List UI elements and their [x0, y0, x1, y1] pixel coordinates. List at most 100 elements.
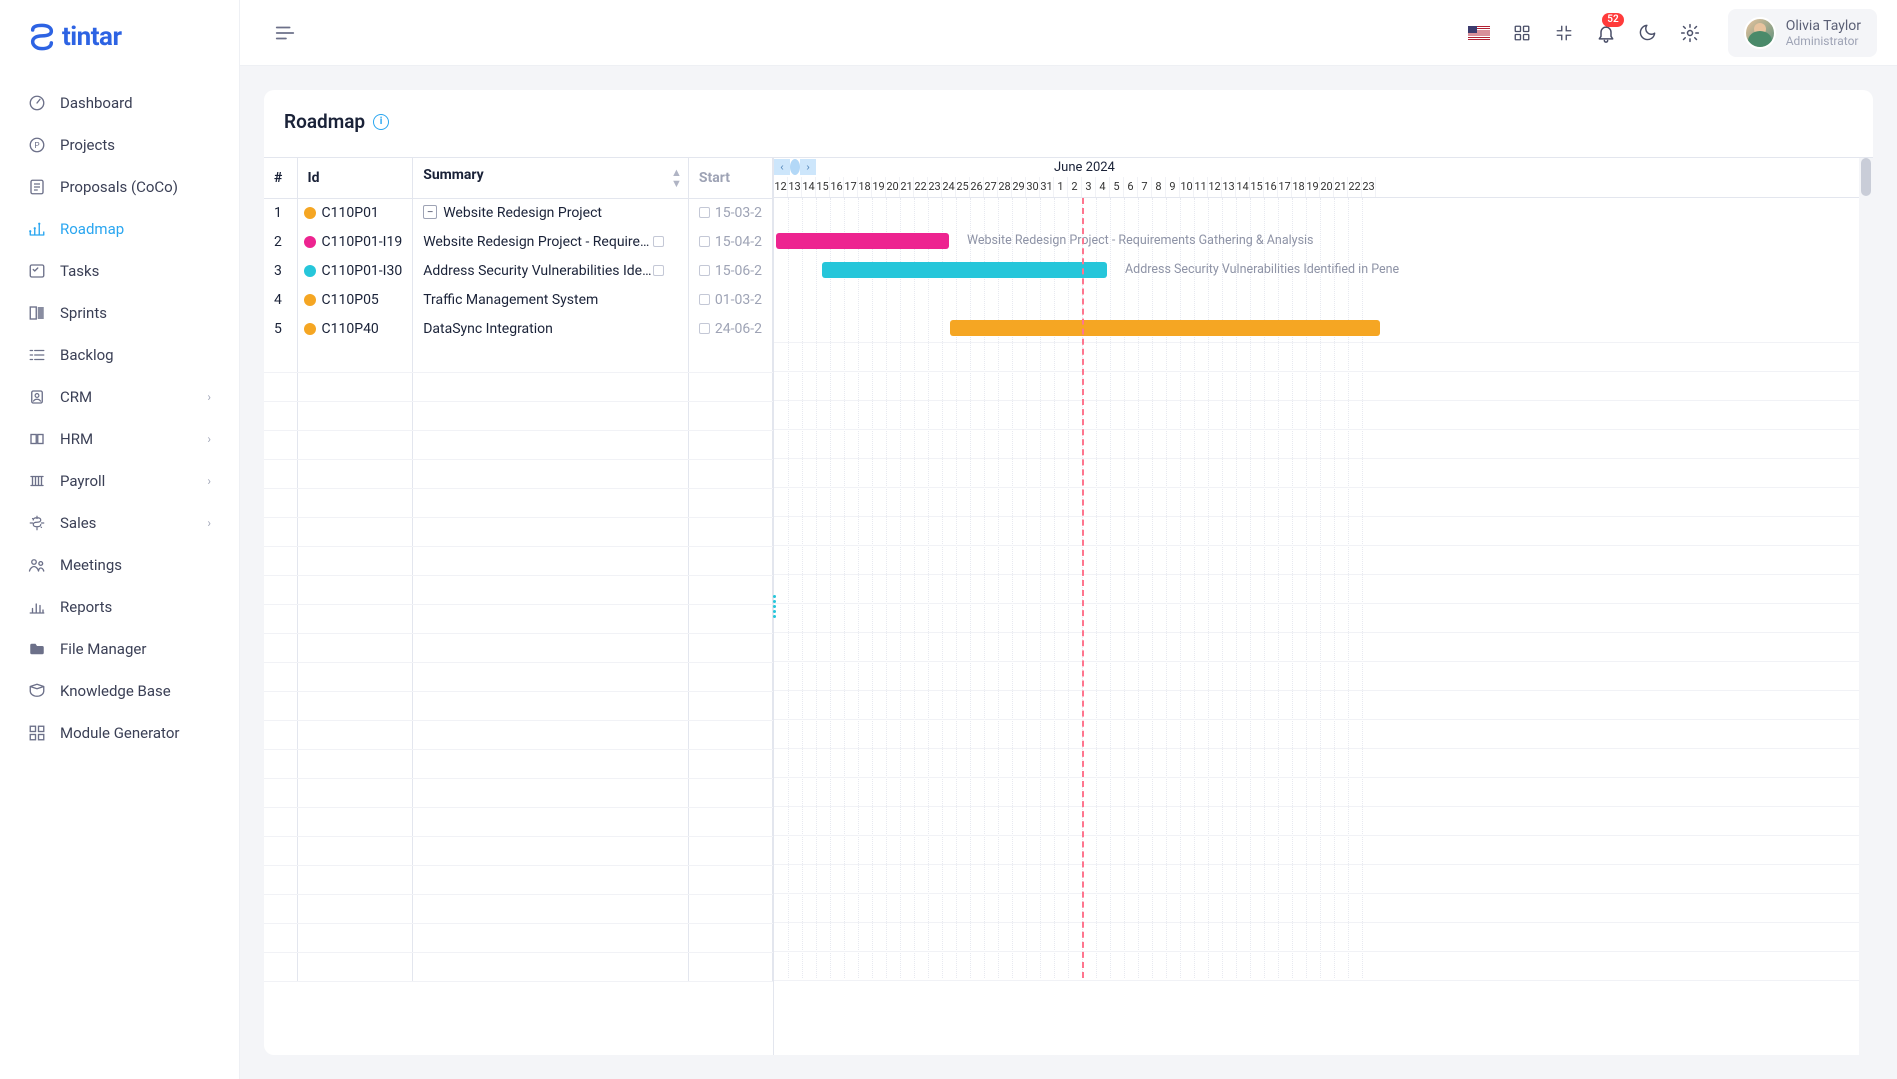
nav-item-sales[interactable]: Sales›: [0, 502, 239, 544]
info-icon[interactable]: i: [373, 114, 389, 130]
sales-icon: [28, 514, 46, 532]
gantt-timeline[interactable]: ‹ › June 2024121314151617181920212223242…: [774, 158, 1873, 1055]
scrollbar-vertical[interactable]: [1859, 158, 1873, 1055]
timeline-day: 19: [1306, 177, 1320, 197]
timeline-day: 21: [1334, 177, 1348, 197]
nav-item-module[interactable]: Module Generator: [0, 712, 239, 754]
nav-item-hrm[interactable]: HRM›: [0, 418, 239, 460]
table-row[interactable]: 4C110P05Traffic Management System01-03-2: [264, 285, 773, 314]
checkbox[interactable]: [699, 236, 710, 247]
timeline-day: 12: [1208, 177, 1222, 197]
timeline-prev[interactable]: ‹: [774, 159, 790, 175]
timeline-row: [774, 372, 1873, 401]
timeline-row: [774, 285, 1873, 314]
user-name: Olivia Taylor: [1786, 18, 1861, 34]
table-row-empty: [264, 459, 773, 488]
checkbox[interactable]: [653, 236, 664, 247]
notifications-button[interactable]: 52: [1596, 23, 1616, 43]
timeline-day: 14: [1236, 177, 1250, 197]
timeline-day: 30: [1026, 177, 1040, 197]
timeline-day: 8: [1152, 177, 1166, 197]
language-flag[interactable]: [1468, 26, 1490, 40]
nav-item-files[interactable]: File Manager: [0, 628, 239, 670]
nav-item-gauge[interactable]: Dashboard: [0, 82, 239, 124]
table-row-empty: [264, 372, 773, 401]
timeline-month-label: June 2024: [1054, 160, 1115, 175]
gantt-bar[interactable]: [950, 320, 1380, 336]
nav-item-roadmap[interactable]: Roadmap: [0, 208, 239, 250]
collapse-toggle[interactable]: −: [423, 205, 437, 219]
apps-button[interactable]: [1512, 23, 1532, 43]
table-row-empty: [264, 633, 773, 662]
timeline-day: 21: [900, 177, 914, 197]
kb-icon: [28, 682, 46, 700]
backlog-icon: [28, 346, 46, 364]
project-icon: P: [28, 136, 46, 154]
col-header-id[interactable]: Id: [297, 158, 413, 198]
timeline-row: [774, 633, 1873, 662]
payroll-icon: [28, 472, 46, 490]
table-row-empty: [264, 865, 773, 894]
timeline-day: 15: [1250, 177, 1264, 197]
timeline-today[interactable]: [790, 159, 800, 175]
timeline-day: 3: [1082, 177, 1096, 197]
status-dot: [304, 265, 316, 277]
status-dot: [304, 323, 316, 335]
checkbox[interactable]: [653, 265, 664, 276]
col-header-num[interactable]: #: [264, 158, 297, 198]
nav-item-project[interactable]: PProjects: [0, 124, 239, 166]
user-menu[interactable]: Olivia Taylor Administrator: [1728, 9, 1877, 57]
nav-item-crm[interactable]: CRM›: [0, 376, 239, 418]
theme-toggle[interactable]: [1638, 23, 1658, 43]
timeline-day: 4: [1096, 177, 1110, 197]
gantt-bar[interactable]: [822, 262, 1107, 278]
collapse-icon: [1555, 24, 1573, 42]
timeline-row: [774, 749, 1873, 778]
timeline-day: 1: [1054, 177, 1068, 197]
table-row[interactable]: 1C110P01−Website Redesign Project15-03-2: [264, 198, 773, 227]
svg-text:P: P: [34, 141, 39, 151]
table-row-empty: [264, 923, 773, 952]
checkbox[interactable]: [699, 294, 710, 305]
timeline-row: [774, 662, 1873, 691]
nav-item-reports[interactable]: Reports: [0, 586, 239, 628]
user-role: Administrator: [1786, 34, 1861, 48]
timeline-day: 23: [1362, 177, 1376, 197]
gear-icon: [1680, 23, 1700, 43]
table-row[interactable]: 5C110P40DataSync Integration24-06-2: [264, 314, 773, 343]
checkbox[interactable]: [699, 265, 710, 276]
table-row[interactable]: 2C110P01-I19Website Redesign Project - R…: [264, 227, 773, 256]
menu-toggle[interactable]: [274, 22, 296, 44]
timeline-next[interactable]: ›: [800, 159, 816, 175]
nav-item-tasks[interactable]: Tasks: [0, 250, 239, 292]
table-row-empty: [264, 749, 773, 778]
col-header-summary[interactable]: Summary▲▼: [413, 158, 689, 198]
topbar: 52 Olivia Taylor Administrator: [240, 0, 1897, 66]
timeline-day: 5: [1110, 177, 1124, 197]
table-row-empty: [264, 488, 773, 517]
col-header-start[interactable]: Start: [688, 158, 772, 198]
checkbox[interactable]: [699, 323, 710, 334]
nav-item-kb[interactable]: Knowledge Base: [0, 670, 239, 712]
timeline-row: [774, 836, 1873, 865]
scrollbar-thumb[interactable]: [1861, 158, 1871, 196]
timeline-row: [774, 430, 1873, 459]
timeline-day: 18: [858, 177, 872, 197]
chevron-right-icon: ›: [207, 474, 211, 488]
timeline-row: [774, 488, 1873, 517]
checkbox[interactable]: [699, 207, 710, 218]
nav-item-sprints[interactable]: Sprints: [0, 292, 239, 334]
nav-item-meetings[interactable]: Meetings: [0, 544, 239, 586]
brand-logo[interactable]: tintar: [0, 0, 239, 74]
timeline-day: 9: [1166, 177, 1180, 197]
hamburger-icon: [274, 22, 296, 44]
nav-item-payroll[interactable]: Payroll›: [0, 460, 239, 502]
timeline-row: [774, 604, 1873, 633]
settings-button[interactable]: [1680, 23, 1700, 43]
nav-item-proposal[interactable]: Proposals (CoCo): [0, 166, 239, 208]
table-row[interactable]: 3C110P01-I30Address Security Vulnerabili…: [264, 256, 773, 285]
nav-item-backlog[interactable]: Backlog: [0, 334, 239, 376]
fullscreen-button[interactable]: [1554, 23, 1574, 43]
gantt-bar[interactable]: [776, 233, 949, 249]
gantt-splitter[interactable]: [771, 594, 777, 620]
